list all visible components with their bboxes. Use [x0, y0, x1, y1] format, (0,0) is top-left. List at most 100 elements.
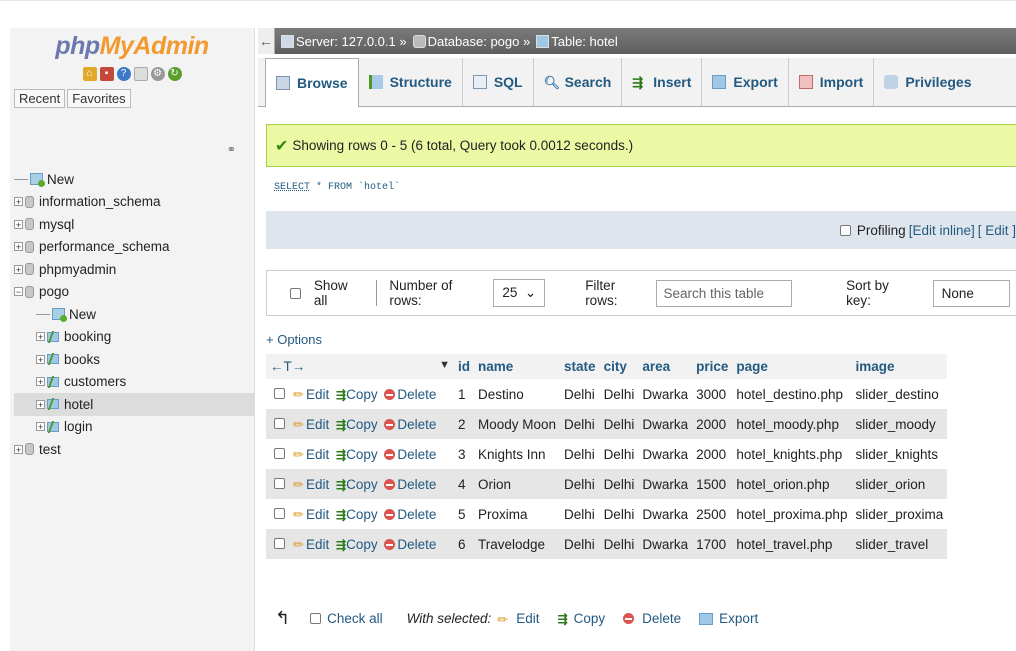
row-edit-button[interactable]: Edit [306, 417, 329, 432]
tree-item-test[interactable]: + test [14, 438, 254, 461]
options-link[interactable]: + Options [266, 332, 322, 347]
breadcrumb-database[interactable]: Database: pogo » [428, 34, 531, 49]
cell-city[interactable]: Delhi [599, 529, 639, 559]
link-icon[interactable]: ⚭ [227, 143, 236, 156]
column-header-price[interactable]: price [692, 354, 733, 379]
breadcrumb-server[interactable]: Server: 127.0.0.1 » [296, 34, 407, 49]
bulk-edit-button[interactable]: Edit [516, 611, 539, 626]
cell-page[interactable]: hotel_knights.php [732, 439, 852, 469]
expand-icon[interactable]: + [14, 219, 23, 229]
column-header-area[interactable]: area [638, 354, 693, 379]
cell-name[interactable]: Knights Inn [474, 439, 561, 469]
cell-name[interactable]: Proxima [474, 499, 561, 529]
cell-price[interactable]: 3000 [692, 379, 733, 409]
cell-state[interactable]: Delhi [560, 439, 600, 469]
tab-insert[interactable]: ⇶ Insert [622, 58, 703, 106]
logout-icon[interactable]: ▪ [99, 67, 114, 81]
cell-price[interactable]: 2000 [692, 439, 733, 469]
cell-image[interactable]: slider_travel [851, 529, 948, 559]
row-edit-button[interactable]: Edit [306, 537, 329, 552]
expand-icon[interactable]: + [14, 264, 23, 274]
cell-page[interactable]: hotel_proxima.php [732, 499, 852, 529]
expand-icon[interactable]: + [14, 444, 23, 454]
column-header-state[interactable]: state [560, 354, 600, 379]
back-arrow-icon[interactable]: ← [258, 28, 275, 54]
recent-tab[interactable]: Recent [14, 89, 66, 108]
tree-item-information-schema[interactable]: + information_schema [14, 191, 254, 214]
docs-icon[interactable] [133, 67, 148, 81]
cell-image[interactable]: slider_proxima [851, 499, 948, 529]
cell-city[interactable]: Delhi [599, 409, 639, 439]
cell-page[interactable]: hotel_orion.php [732, 469, 852, 499]
cell-city[interactable]: Delhi [599, 439, 639, 469]
cell-name[interactable]: Travelodge [474, 529, 561, 559]
row-delete-button[interactable]: Delete [397, 477, 436, 492]
reload-icon[interactable]: ↻ [167, 67, 182, 81]
cell-name[interactable]: Orion [474, 469, 561, 499]
show-all-checkbox[interactable] [290, 287, 301, 299]
row-checkbox[interactable] [274, 387, 285, 399]
cell-id[interactable]: 1 [454, 379, 474, 409]
cell-state[interactable]: Delhi [560, 469, 600, 499]
cell-area[interactable]: Dwarka [638, 409, 693, 439]
tab-structure[interactable]: Structure [359, 58, 463, 106]
check-all-checkbox[interactable] [310, 613, 322, 624]
expand-icon[interactable]: + [14, 197, 23, 207]
cell-area[interactable]: Dwarka [638, 439, 693, 469]
tree-item-pogo[interactable]: − pogo [14, 281, 254, 304]
row-edit-button[interactable]: Edit [306, 447, 329, 462]
cell-image[interactable]: slider_destino [851, 379, 948, 409]
column-arrows[interactable]: ←T→ ▼ [266, 354, 454, 379]
cell-city[interactable]: Delhi [599, 499, 639, 529]
cell-price[interactable]: 2500 [692, 499, 733, 529]
tab-privileges[interactable]: Privileges [874, 58, 981, 106]
tab-export[interactable]: Export [702, 58, 789, 106]
tree-item-booking[interactable]: + booking [14, 326, 254, 349]
expand-icon[interactable]: + [36, 377, 45, 387]
bulk-copy-button[interactable]: Copy [574, 611, 606, 626]
row-checkbox[interactable] [274, 417, 285, 429]
sort-arrow-icon[interactable]: ▼ [439, 359, 450, 371]
row-copy-button[interactable]: Copy [346, 537, 378, 552]
breadcrumb-table[interactable]: Table: hotel [551, 34, 618, 49]
filter-rows-input[interactable]: Search this table [656, 279, 793, 307]
cell-price[interactable]: 1700 [692, 529, 733, 559]
gear-icon[interactable]: ⚙ [150, 67, 165, 81]
tree-item-hotel[interactable]: + hotel [14, 393, 254, 416]
row-checkbox[interactable] [274, 447, 285, 459]
tab-import[interactable]: Import [789, 58, 875, 106]
cell-area[interactable]: Dwarka [638, 529, 693, 559]
favorites-tab[interactable]: Favorites [67, 89, 131, 108]
expand-icon[interactable]: + [36, 332, 45, 342]
cell-area[interactable]: Dwarka [638, 499, 693, 529]
cell-price[interactable]: 1500 [692, 469, 733, 499]
column-header-id[interactable]: id [454, 354, 474, 379]
tree-item-mysql[interactable]: + mysql [14, 213, 254, 236]
profiling-checkbox[interactable] [839, 224, 851, 236]
number-of-rows-select[interactable]: 25 ⌄ [493, 279, 546, 307]
cell-state[interactable]: Delhi [560, 499, 600, 529]
cell-area[interactable]: Dwarka [638, 469, 693, 499]
cell-state[interactable]: Delhi [560, 379, 600, 409]
tree-item-customers[interactable]: + customers [14, 371, 254, 394]
sql-keyword-link[interactable]: SELECT [274, 182, 310, 193]
row-delete-button[interactable]: Delete [397, 507, 436, 522]
cell-image[interactable]: slider_knights [851, 439, 948, 469]
row-delete-button[interactable]: Delete [397, 387, 436, 402]
row-checkbox[interactable] [274, 537, 285, 549]
row-edit-button[interactable]: Edit [306, 507, 329, 522]
tree-item-new[interactable]: New [14, 303, 254, 326]
tree-item-books[interactable]: + books [14, 348, 254, 371]
row-delete-button[interactable]: Delete [397, 537, 436, 552]
column-header-name[interactable]: name [474, 354, 561, 379]
cell-page[interactable]: hotel_destino.php [732, 379, 852, 409]
cell-state[interactable]: Delhi [560, 529, 600, 559]
cell-page[interactable]: hotel_moody.php [732, 409, 852, 439]
home-icon[interactable]: ⌂ [82, 67, 97, 81]
row-edit-button[interactable]: Edit [306, 387, 329, 402]
row-copy-button[interactable]: Copy [346, 387, 378, 402]
cell-area[interactable]: Dwarka [638, 379, 693, 409]
edit-inline-link[interactable]: [Edit inline] [909, 223, 975, 238]
tab-search[interactable]: 🔍︎ Search [534, 58, 623, 106]
cell-id[interactable]: 2 [454, 409, 474, 439]
